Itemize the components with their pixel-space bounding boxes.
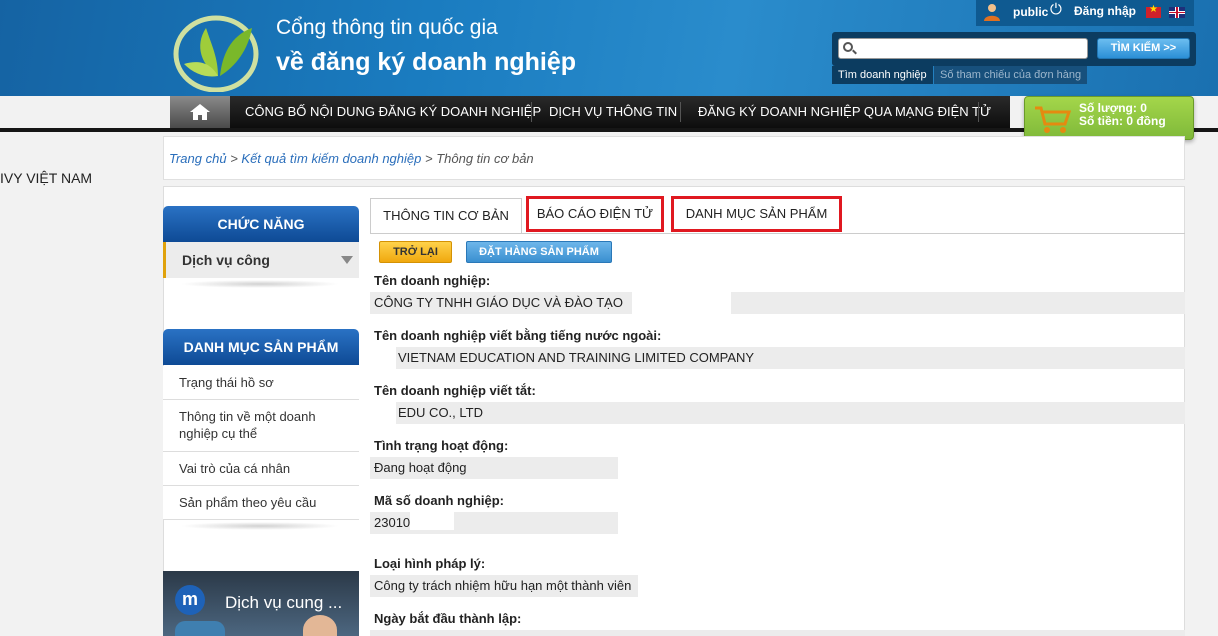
field-value-name: CÔNG TY TNHH GIÁO DỤC VÀ ĐÀO TẠO bbox=[370, 292, 1185, 314]
sidebar-item-business-info[interactable]: Thông tin về một doanh nghiệp cụ thể bbox=[163, 400, 359, 452]
field-value-tax-code: 23010 bbox=[370, 512, 618, 534]
video-title: Dịch vụ cung ... bbox=[225, 593, 343, 612]
portal-title-line2: về đăng ký doanh nghiệp bbox=[276, 48, 577, 76]
field-label-foreign-name: Tên doanh nghiệp viết bằng tiếng nước ng… bbox=[374, 328, 662, 343]
field-value-foreign-name: VIETNAM EDUCATION AND TRAINING LIMITED C… bbox=[370, 347, 1185, 369]
sidebar-item-file-status[interactable]: Trạng thái hồ sơ bbox=[163, 366, 359, 400]
chevron-down-icon bbox=[341, 256, 353, 264]
field-value-short-name: EDU CO., LTD bbox=[370, 402, 1185, 424]
breadcrumb-sep: > bbox=[226, 151, 242, 166]
cart-icon bbox=[1035, 106, 1071, 133]
sidebar-header-functions: CHỨC NĂNG bbox=[163, 206, 359, 242]
breadcrumb-sep: > bbox=[421, 151, 437, 166]
breadcrumb-current: Thông tin cơ bản bbox=[436, 151, 534, 166]
uk-flag-icon[interactable] bbox=[1169, 7, 1185, 18]
tab-product-catalog[interactable]: DANH MỤC SẢN PHẨM bbox=[671, 196, 842, 232]
video-figure bbox=[175, 621, 225, 636]
cart-widget[interactable]: Số lượng: 0 Số tiền: 0 đồng bbox=[1024, 96, 1194, 140]
search-tab-business[interactable]: Tìm doanh nghiệp bbox=[832, 66, 933, 84]
redaction bbox=[632, 292, 731, 314]
user-icon bbox=[984, 4, 1000, 21]
field-label-legal-type: Loại hình pháp lý: bbox=[374, 556, 486, 571]
tab-divider bbox=[370, 233, 1185, 234]
channel-avatar: m bbox=[175, 585, 205, 615]
breadcrumb-box: Trang chủ > Kết quả tìm kiếm doanh nghiệ… bbox=[163, 136, 1185, 180]
nav-home[interactable] bbox=[170, 96, 230, 128]
order-product-button[interactable]: ĐẶT HÀNG SẢN PHẨM bbox=[466, 241, 612, 263]
portal-title-line1: Cổng thông tin quốc gia bbox=[276, 16, 498, 39]
nav-separator bbox=[978, 102, 979, 122]
sidebar-item-public-service[interactable]: Dịch vụ công bbox=[163, 242, 359, 278]
breadcrumb: Trang chủ > Kết quả tìm kiếm doanh nghiệ… bbox=[169, 151, 534, 166]
nav-separator bbox=[531, 102, 532, 122]
field-value-founding-date bbox=[370, 630, 1185, 636]
power-icon[interactable]: ⏻ bbox=[1050, 1, 1062, 18]
stray-text: IVY VIỆT NAM bbox=[0, 170, 93, 186]
sidebar-header-catalog: DANH MỤC SẢN PHẨM bbox=[163, 329, 359, 365]
field-label-short-name: Tên doanh nghiệp viết tắt: bbox=[374, 383, 536, 398]
video-figure bbox=[303, 615, 337, 636]
redaction bbox=[370, 402, 396, 424]
nav-item-info-service[interactable]: DỊCH VỤ THÔNG TIN bbox=[549, 96, 677, 128]
sidebar-shadow bbox=[180, 522, 340, 530]
tab-electronic-report[interactable]: BÁO CÁO ĐIỆN TỬ bbox=[526, 196, 664, 232]
search-input[interactable] bbox=[838, 38, 1088, 59]
site-header: Cổng thông tin quốc gia về đăng ký doanh… bbox=[0, 0, 1218, 96]
search-box: TÌM KIẾM >> bbox=[832, 32, 1196, 66]
redaction bbox=[370, 347, 396, 369]
nav-item-publish[interactable]: CÔNG BỐ NỘI DUNG ĐĂNG KÝ DOANH NGHIỆP bbox=[245, 96, 541, 128]
search-icon bbox=[843, 42, 853, 52]
nav-separator bbox=[680, 102, 681, 122]
field-label-name: Tên doanh nghiệp: bbox=[374, 273, 491, 288]
field-label-tax-code: Mã số doanh nghiệp: bbox=[374, 493, 504, 508]
sidebar-item-label: Dịch vụ công bbox=[182, 252, 270, 268]
redaction bbox=[410, 512, 454, 530]
nav-item-online-registration[interactable]: ĐĂNG KÝ DOANH NGHIỆP QUA MẠNG ĐIỆN TỬ bbox=[698, 96, 991, 128]
vietnam-flag-icon[interactable] bbox=[1146, 4, 1161, 18]
search-button[interactable]: TÌM KIẾM >> bbox=[1097, 38, 1190, 59]
cart-quantity: Số lượng: 0 bbox=[1079, 101, 1147, 115]
home-icon bbox=[190, 104, 210, 120]
tab-basic-info[interactable]: THÔNG TIN CƠ BẢN bbox=[370, 198, 522, 234]
search-tab-order-ref[interactable]: Số tham chiếu của đơn hàng bbox=[934, 66, 1088, 84]
breadcrumb-home[interactable]: Trang chủ bbox=[169, 151, 227, 166]
main-nav: CÔNG BỐ NỘI DUNG ĐĂNG KÝ DOANH NGHIỆP DỊ… bbox=[170, 96, 1010, 128]
portal-logo[interactable] bbox=[172, 6, 270, 92]
video-thumbnail[interactable]: m Dịch vụ cung ... bbox=[163, 571, 359, 636]
breadcrumb-results[interactable]: Kết quả tìm kiếm doanh nghiệp bbox=[241, 151, 421, 166]
sidebar-item-person-role[interactable]: Vai trò của cá nhân bbox=[163, 452, 359, 486]
user-name[interactable]: public bbox=[1013, 5, 1048, 19]
back-button[interactable]: TRỞ LẠI bbox=[379, 241, 452, 263]
sidebar-item-products-on-demand[interactable]: Sản phẩm theo yêu cầu bbox=[163, 486, 359, 520]
field-value-status: Đang hoạt động bbox=[370, 457, 618, 479]
field-value-legal-type: Công ty trách nhiệm hữu hạn một thành vi… bbox=[370, 575, 638, 597]
field-label-status: Tình trạng hoạt động: bbox=[374, 438, 509, 453]
sidebar-shadow bbox=[180, 280, 340, 288]
field-label-founding-date: Ngày bắt đầu thành lập: bbox=[374, 611, 522, 626]
login-link[interactable]: Đăng nhập bbox=[1074, 4, 1136, 18]
user-bar: public ⏻ Đăng nhập bbox=[976, 0, 1194, 26]
cart-amount: Số tiền: 0 đồng bbox=[1079, 114, 1166, 128]
